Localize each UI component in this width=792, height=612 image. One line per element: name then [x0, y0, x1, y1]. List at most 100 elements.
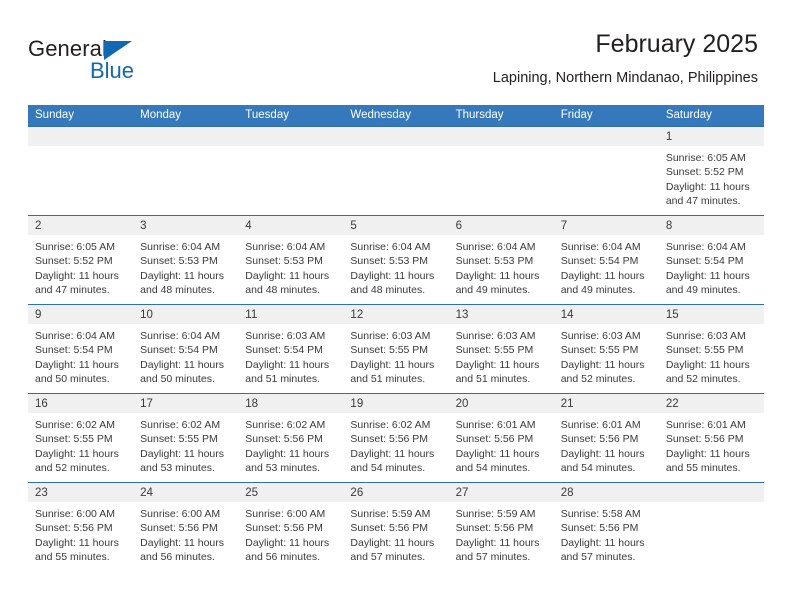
sunrise-text: Sunrise: 5:59 AM — [350, 508, 431, 520]
day-cell[interactable]: 3 Sunrise: 6:04 AM Sunset: 5:53 PM Dayli… — [133, 216, 239, 304]
day-number-strip: 23 — [28, 483, 134, 502]
daylight-text-line1: Daylight: 11 hours — [350, 358, 435, 371]
day-cell[interactable]: 19 Sunrise: 6:02 AM Sunset: 5:56 PM Dayl… — [343, 394, 449, 482]
calendar-page: General Blue February 2025 Lapining, Nor… — [0, 0, 792, 612]
sunset-text: Sunset: 5:55 PM — [455, 344, 534, 357]
day-number-strip: 27 — [448, 483, 554, 502]
day-number: 2 — [35, 220, 42, 232]
day-number: 15 — [665, 309, 679, 321]
page-title: February 2025 — [595, 30, 758, 58]
daylight-text-line2: and 57 minutes. — [560, 550, 636, 563]
day-number: 5 — [350, 220, 357, 232]
day-details: Sunrise: 6:01 AM Sunset: 5:56 PM Dayligh… — [449, 413, 554, 475]
day-cell[interactable]: 23 Sunrise: 6:00 AM Sunset: 5:56 PM Dayl… — [28, 483, 134, 571]
day-cell[interactable]: 13 Sunrise: 6:03 AM Sunset: 5:55 PM Dayl… — [448, 305, 554, 393]
day-details: Sunrise: 6:04 AM Sunset: 5:54 PM Dayligh… — [133, 324, 238, 386]
daylight-text-line1: Daylight: 11 hours — [665, 358, 750, 371]
day-cell[interactable]: 9 Sunrise: 6:04 AM Sunset: 5:54 PM Dayli… — [28, 305, 134, 393]
weekday-wednesday: Wednesday — [350, 109, 411, 121]
day-number-strip: 5 — [343, 216, 449, 235]
sunrise-text: Sunrise: 6:04 AM — [560, 241, 641, 253]
weekday-sunday: Sunday — [35, 109, 75, 121]
day-number: 3 — [140, 220, 147, 232]
day-number: 20 — [455, 398, 469, 410]
day-cell[interactable] — [238, 127, 344, 215]
day-details: Sunrise: 6:03 AM Sunset: 5:55 PM Dayligh… — [343, 324, 448, 386]
day-cell[interactable] — [28, 127, 134, 215]
daylight-text-line1: Daylight: 11 hours — [560, 536, 645, 549]
day-cell[interactable]: 14 Sunrise: 6:03 AM Sunset: 5:55 PM Dayl… — [553, 305, 659, 393]
day-cell[interactable]: 2 Sunrise: 6:05 AM Sunset: 5:52 PM Dayli… — [28, 216, 134, 304]
day-cell[interactable]: 17 Sunrise: 6:02 AM Sunset: 5:55 PM Dayl… — [133, 394, 239, 482]
day-cell[interactable]: 18 Sunrise: 6:02 AM Sunset: 5:56 PM Dayl… — [238, 394, 344, 482]
sunrise-text: Sunrise: 6:01 AM — [560, 419, 641, 431]
day-cell[interactable]: 12 Sunrise: 6:03 AM Sunset: 5:55 PM Dayl… — [343, 305, 449, 393]
day-number-strip: 15 — [658, 305, 764, 324]
daylight-text-line2: and 54 minutes. — [350, 461, 426, 474]
day-cell[interactable]: 28 Sunrise: 5:58 AM Sunset: 5:56 PM Dayl… — [553, 483, 659, 571]
day-cell[interactable] — [343, 127, 449, 215]
daylight-text-line2: and 56 minutes. — [245, 550, 320, 563]
day-cell[interactable] — [658, 483, 764, 571]
day-number-strip: 13 — [448, 305, 554, 324]
daylight-text-line1: Daylight: 11 hours — [35, 536, 119, 549]
day-cell[interactable]: 4 Sunrise: 6:04 AM Sunset: 5:53 PM Dayli… — [238, 216, 344, 304]
calendar-week-row: 2 Sunrise: 6:05 AM Sunset: 5:52 PM Dayli… — [28, 215, 764, 304]
daylight-text-line1: Daylight: 11 hours — [140, 269, 224, 282]
day-cell[interactable]: 27 Sunrise: 5:59 AM Sunset: 5:56 PM Dayl… — [448, 483, 554, 571]
day-cell[interactable]: 16 Sunrise: 6:02 AM Sunset: 5:55 PM Dayl… — [28, 394, 134, 482]
weekday-header-row: Sunday Monday Tuesday Wednesday Thursday… — [28, 105, 764, 126]
day-cell[interactable]: 7 Sunrise: 6:04 AM Sunset: 5:54 PM Dayli… — [553, 216, 659, 304]
day-cell[interactable] — [448, 127, 554, 215]
day-cell[interactable]: 5 Sunrise: 6:04 AM Sunset: 5:53 PM Dayli… — [343, 216, 449, 304]
sunset-text: Sunset: 5:56 PM — [455, 522, 534, 535]
day-number: 24 — [140, 487, 153, 499]
day-cell[interactable]: 22 Sunrise: 6:01 AM Sunset: 5:56 PM Dayl… — [658, 394, 764, 482]
sunrise-text: Sunrise: 6:02 AM — [350, 419, 431, 431]
sunset-text: Sunset: 5:53 PM — [350, 255, 429, 268]
day-number-strip — [448, 127, 554, 146]
calendar-week-row: 1 Sunrise: 6:05 AM Sunset: 5:52 PM Dayli… — [28, 126, 764, 215]
daylight-text-line1: Daylight: 11 hours — [560, 358, 645, 371]
day-cell[interactable]: 6 Sunrise: 6:04 AM Sunset: 5:53 PM Dayli… — [448, 216, 554, 304]
weekday-saturday: Saturday — [665, 109, 712, 121]
daylight-text-line1: Daylight: 11 hours — [665, 447, 750, 460]
day-number: 13 — [455, 309, 469, 321]
day-cell[interactable] — [133, 127, 239, 215]
day-details: Sunrise: 6:04 AM Sunset: 5:54 PM Dayligh… — [28, 324, 133, 386]
day-cell[interactable]: 1 Sunrise: 6:05 AM Sunset: 5:52 PM Dayli… — [658, 127, 764, 215]
sunset-text: Sunset: 5:56 PM — [560, 433, 639, 446]
daylight-text-line1: Daylight: 11 hours — [140, 358, 224, 371]
day-cell[interactable]: 26 Sunrise: 5:59 AM Sunset: 5:56 PM Dayl… — [343, 483, 449, 571]
daylight-text-line2: and 52 minutes. — [665, 372, 741, 385]
day-details: Sunrise: 6:04 AM Sunset: 5:54 PM Dayligh… — [659, 235, 764, 297]
daylight-text-line2: and 52 minutes. — [560, 372, 636, 385]
day-cell[interactable]: 20 Sunrise: 6:01 AM Sunset: 5:56 PM Dayl… — [448, 394, 554, 482]
day-details: Sunrise: 6:00 AM Sunset: 5:56 PM Dayligh… — [133, 502, 238, 564]
day-number-strip — [238, 127, 344, 146]
sunset-text: Sunset: 5:56 PM — [35, 522, 113, 535]
day-cell[interactable]: 24 Sunrise: 6:00 AM Sunset: 5:56 PM Dayl… — [133, 483, 239, 571]
daylight-text-line2: and 54 minutes. — [455, 461, 531, 474]
day-cell[interactable]: 8 Sunrise: 6:04 AM Sunset: 5:54 PM Dayli… — [658, 216, 764, 304]
sunrise-text: Sunrise: 5:59 AM — [455, 508, 536, 520]
sunset-text: Sunset: 5:54 PM — [245, 344, 323, 357]
daylight-text-line2: and 52 minutes. — [35, 461, 110, 474]
day-cell[interactable] — [553, 127, 659, 215]
day-cell[interactable]: 11 Sunrise: 6:03 AM Sunset: 5:54 PM Dayl… — [238, 305, 344, 393]
general-blue-logo[interactable]: General Blue — [28, 36, 258, 92]
calendar-week-row: 23 Sunrise: 6:00 AM Sunset: 5:56 PM Dayl… — [28, 482, 764, 571]
day-number-strip — [133, 127, 239, 146]
day-cell[interactable]: 21 Sunrise: 6:01 AM Sunset: 5:56 PM Dayl… — [553, 394, 659, 482]
daylight-text-line2: and 51 minutes. — [245, 372, 320, 385]
day-details: Sunrise: 6:02 AM Sunset: 5:56 PM Dayligh… — [343, 413, 448, 475]
day-number-strip: 2 — [28, 216, 134, 235]
daylight-text-line2: and 47 minutes. — [665, 194, 741, 207]
day-cell[interactable]: 25 Sunrise: 6:00 AM Sunset: 5:56 PM Dayl… — [238, 483, 344, 571]
day-cell[interactable]: 10 Sunrise: 6:04 AM Sunset: 5:54 PM Dayl… — [133, 305, 239, 393]
day-number: 7 — [560, 220, 568, 232]
sunset-text: Sunset: 5:56 PM — [350, 433, 429, 446]
day-cell[interactable]: 15 Sunrise: 6:03 AM Sunset: 5:55 PM Dayl… — [658, 305, 764, 393]
day-details: Sunrise: 6:02 AM Sunset: 5:55 PM Dayligh… — [28, 413, 133, 475]
sunset-text: Sunset: 5:53 PM — [455, 255, 534, 268]
